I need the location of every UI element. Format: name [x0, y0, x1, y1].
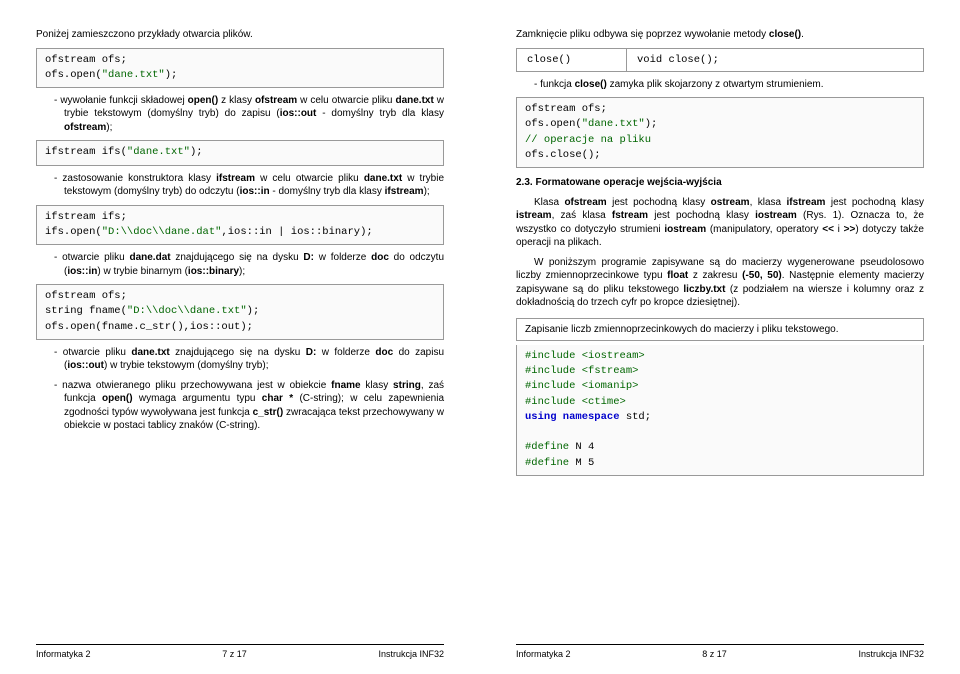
method-table: close() void close(); [516, 48, 924, 72]
footer-ref: Instrukcja INF32 [378, 648, 444, 660]
code-block-1: ofstream ofs; ofs.open("dane.txt"); [36, 48, 444, 88]
para-1: Klasa ofstream jest pochodną klasy ostre… [516, 196, 924, 250]
code-block-3: ifstream ifs; ifs.open("D:\\doc\\dane.da… [36, 205, 444, 245]
footer-left: Informatyka 2 7 z 17 Instrukcja INF32 [36, 644, 444, 660]
bullet-2: zastosowanie konstruktora klasy ifstream… [54, 172, 444, 199]
intro-text: Poniżej zamieszczono przykłady otwarcia … [36, 28, 444, 42]
footer-ref: Instrukcja INF32 [858, 648, 924, 660]
code-block-4: ofstream ofs; string fname("D:\\doc\\dan… [36, 284, 444, 340]
bullet-4: otwarcie pliku dane.txt znajdującego się… [54, 346, 444, 373]
footer-right: Informatyka 2 8 z 17 Instrukcja INF32 [516, 644, 924, 660]
page-right: Zamknięcie pliku odbywa się poprzez wywo… [480, 0, 960, 674]
code-block-r2: #include <iostream> #include <fstream> #… [516, 345, 924, 476]
code-caption: Zapisanie liczb zmiennoprzecinkowych do … [516, 318, 924, 342]
bullet-1: wywołanie funkcji składowej open() z kla… [54, 94, 444, 135]
code-block-2: ifstream ifs("dane.txt"); [36, 140, 444, 165]
footer-title: Informatyka 2 [516, 648, 571, 660]
footer-page: 8 z 17 [702, 648, 727, 660]
bullet-r1: funkcja close() zamyka plik skojarzony z… [534, 78, 924, 92]
footer-title: Informatyka 2 [36, 648, 91, 660]
bullet-3: otwarcie pliku dane.dat znajdującego się… [54, 251, 444, 278]
method-sig: void close(); [627, 49, 923, 71]
page-left: Poniżej zamieszczono przykłady otwarcia … [0, 0, 480, 674]
code-block-r1: ofstream ofs; ofs.open("dane.txt"); // o… [516, 97, 924, 168]
section-heading: 2.3. Formatowane operacje wejścia-wyjści… [516, 176, 924, 190]
para-2: W poniższym programie zapisywane są do m… [516, 256, 924, 310]
method-name: close() [517, 49, 627, 71]
intro-text-r: Zamknięcie pliku odbywa się poprzez wywo… [516, 28, 924, 42]
bullet-5: nazwa otwieranego pliku przechowywana je… [54, 379, 444, 433]
footer-page: 7 z 17 [222, 648, 247, 660]
